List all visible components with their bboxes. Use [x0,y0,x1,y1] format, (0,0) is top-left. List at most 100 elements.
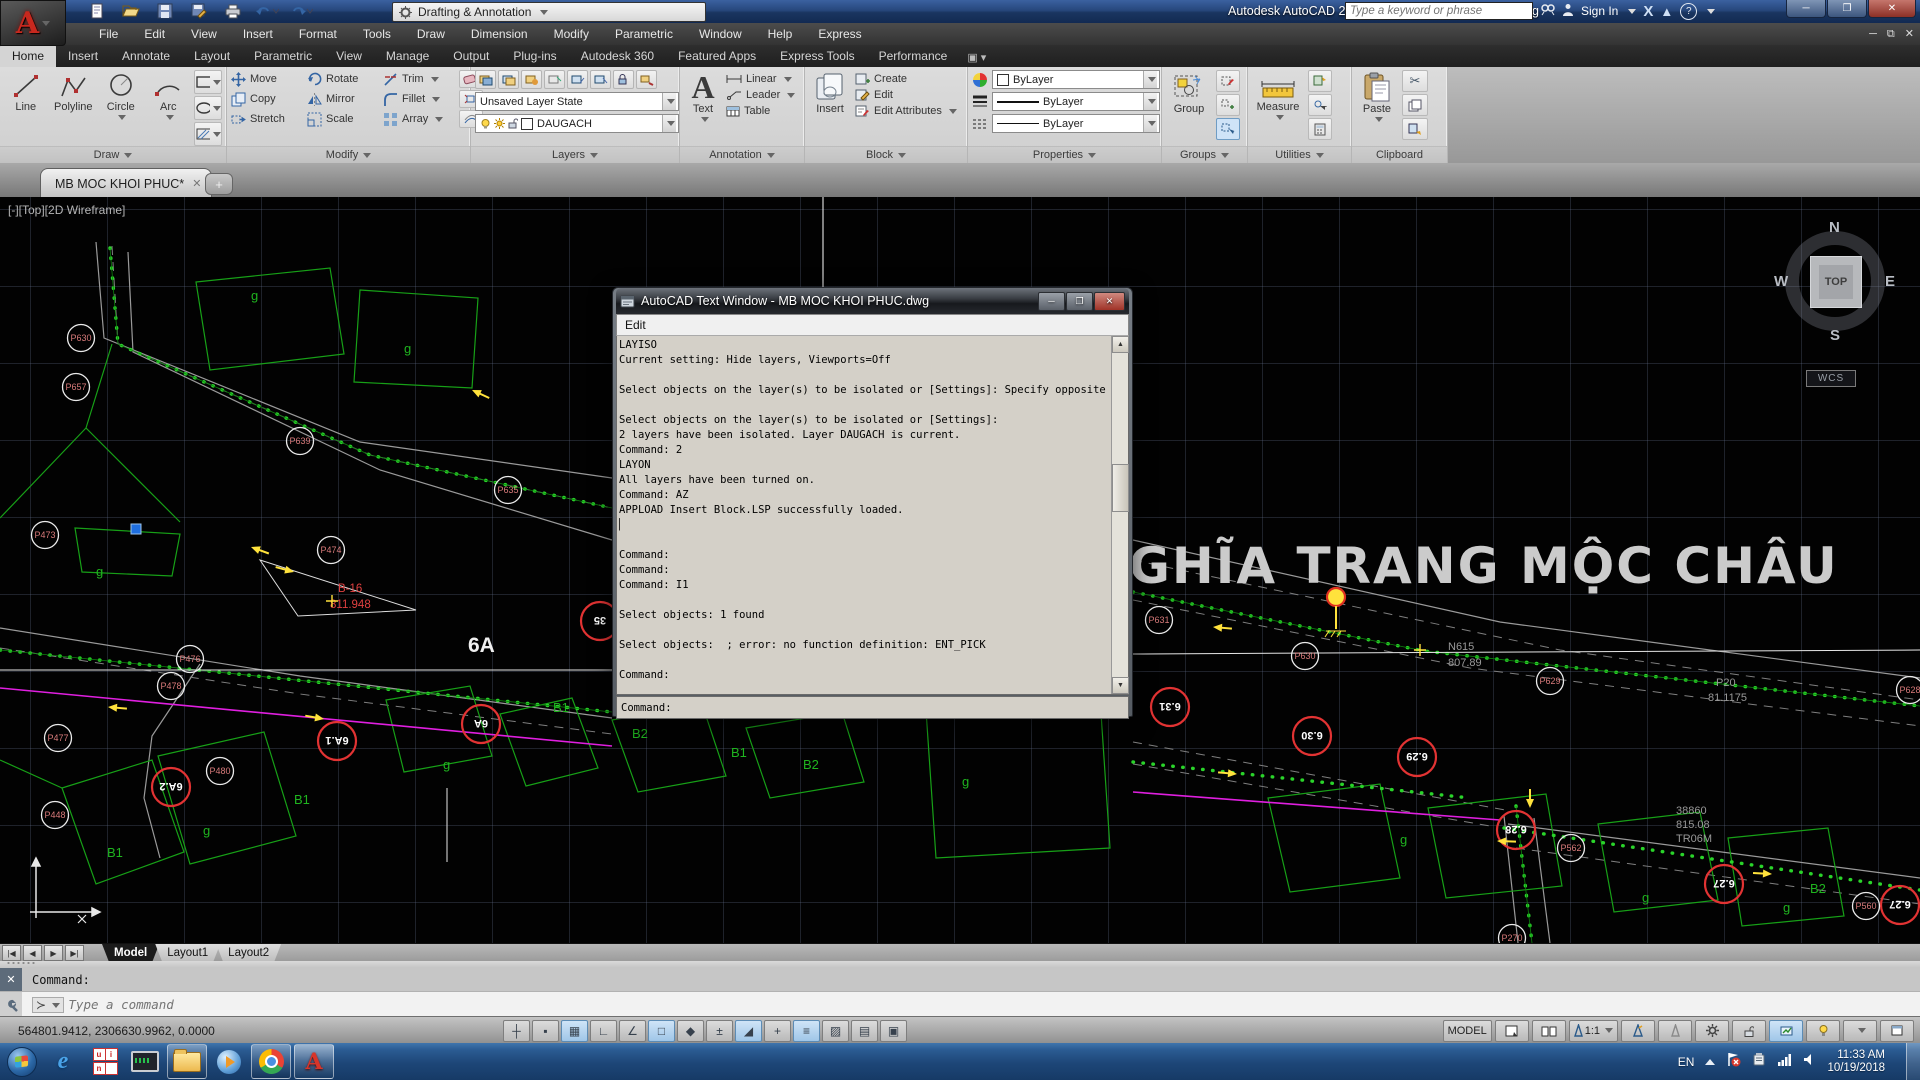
edit-block-button[interactable]: Edit [855,89,953,101]
scroll-down-icon[interactable]: ▼ [1112,677,1129,694]
scroll-up-icon[interactable]: ▲ [1112,336,1129,353]
layer-unisolate-icon[interactable] [544,70,565,89]
undo-icon[interactable] [254,2,280,20]
dialog-maximize-button[interactable]: ❐ [1066,292,1093,311]
lineweight-toggle[interactable]: ≡ [793,1020,820,1042]
start-button[interactable] [3,1045,41,1078]
volume-icon[interactable] [1803,1053,1816,1071]
layer-match-icon[interactable] [636,70,657,89]
ribbon-tab-autodesk-360[interactable]: Autodesk 360 [569,45,666,67]
doc-restore-button[interactable]: ⧉ [1887,23,1895,45]
doc-close-button[interactable]: ✕ [1905,23,1914,45]
paste-button[interactable]: Paste [1356,70,1398,122]
layer-off-icon[interactable] [590,70,611,89]
move-button[interactable]: Move [231,72,303,87]
open-file-icon[interactable] [118,2,144,20]
object-snap-toggle[interactable]: □ [648,1020,675,1042]
taskbar-clock[interactable]: 11:33 AM 10/19/2018 [1827,1049,1885,1075]
new-tab-button[interactable]: + [205,173,233,195]
ribbon-tab-annotate[interactable]: Annotate [110,45,182,67]
isolate-objects-button[interactable] [1806,1020,1840,1042]
taskbar-unikey[interactable]: uin [85,1045,123,1078]
quick-select-button[interactable] [1308,70,1332,92]
menu-draw[interactable]: Draw [404,23,458,45]
autodesk360-icon[interactable]: ▲ [1660,4,1673,19]
ribbon-tab-plug-ins[interactable]: Plug-ins [501,45,568,67]
layout-tab-layout2[interactable]: Layout2 [216,944,281,962]
viewcube[interactable]: N W E S TOP [1777,223,1893,339]
mirror-button[interactable]: Mirror [307,92,379,107]
grid-display-toggle[interactable]: ▦ [561,1020,588,1042]
layout-tab-layout1[interactable]: Layout1 [155,944,220,962]
arc-button[interactable]: Arc [147,70,191,120]
action-center-icon[interactable] [1726,1052,1741,1072]
toolbar-lock-button[interactable] [1732,1020,1766,1042]
layer-freeze-icon[interactable] [567,70,588,89]
chevron-down-icon[interactable] [1707,9,1715,14]
ortho-mode-toggle[interactable]: ∟ [590,1020,617,1042]
copy-clip-button[interactable] [1402,94,1428,116]
viewcube-west[interactable]: W [1774,273,1788,290]
text-button[interactable]: A Text [684,70,722,122]
dynamic-input-toggle[interactable]: + [764,1020,791,1042]
ribbon-tab-parametric[interactable]: Parametric [242,45,324,67]
viewcube-north[interactable]: N [1829,219,1840,236]
taskbar-autocad[interactable]: A [294,1044,334,1079]
table-button[interactable]: Table [726,105,800,117]
search-input[interactable] [1345,2,1533,20]
workspace-switcher[interactable]: Drafting & Annotation [392,2,706,22]
cut-button[interactable]: ✂ [1402,70,1428,92]
plot-icon[interactable] [220,2,246,20]
wcs-dropdown[interactable]: WCS [1806,370,1856,387]
ungroup-button[interactable] [1216,94,1240,116]
last-layout-icon[interactable]: ▶| [65,945,84,961]
stretch-button[interactable]: Stretch [231,112,303,127]
text-window-prompt[interactable]: Command: [616,696,1129,719]
panel-label-draw[interactable]: Draw [0,146,226,163]
sign-in-button[interactable]: Sign In [1581,4,1618,18]
insert-block-button[interactable]: Insert [809,70,851,115]
clean-screen-button[interactable] [1880,1020,1914,1042]
rotate-button[interactable]: Rotate [307,72,379,87]
selection-cycling-toggle[interactable]: ▣ [880,1020,907,1042]
panel-label-annotation[interactable]: Annotation [680,146,804,163]
group-edit-button[interactable] [1216,70,1240,92]
ribbon-tab-output[interactable]: Output [441,45,501,67]
customize-icon[interactable] [0,992,22,1017]
quick-properties-toggle[interactable]: ▤ [851,1020,878,1042]
annotation-scale-button[interactable]: 1:1 [1569,1020,1618,1042]
layer-lock-icon[interactable] [613,70,634,89]
viewcube-south[interactable]: S [1830,327,1840,344]
taskbar-system-monitor[interactable] [126,1045,164,1078]
ribbon-tab-manage[interactable]: Manage [374,45,441,67]
recent-commands-icon[interactable]: ≻ [32,997,64,1013]
quick-view-drawings-button[interactable] [1532,1020,1566,1042]
viewcube-east[interactable]: E [1885,273,1895,290]
close-button[interactable]: ✕ [1868,0,1916,18]
hatch-tool-button[interactable] [194,122,222,146]
autocad-text-window[interactable]: AutoCAD Text Window - MB MOC KHOI PHUC.d… [612,287,1133,717]
ribbon-tab-featured-apps[interactable]: Featured Apps [666,45,768,67]
ribbon-tab-view[interactable]: View [324,45,374,67]
taskbar-internet-explorer[interactable]: e [44,1045,82,1078]
autoscale-button[interactable] [1658,1020,1692,1042]
layer-state-icon[interactable] [498,70,519,89]
taskbar-chrome[interactable] [251,1044,291,1079]
layer-state-dropdown[interactable]: Unsaved Layer State [475,92,679,111]
viewport-controls-label[interactable]: [-][Top][2D Wireframe] [8,203,125,217]
prev-layout-icon[interactable]: ◀ [23,945,42,961]
scale-button[interactable]: Scale [307,112,379,127]
infer-constraints-toggle[interactable]: ┼ [503,1020,530,1042]
scrollbar-thumb[interactable] [1112,464,1129,512]
exchange-apps-icon[interactable]: X [1643,3,1653,20]
workspace-gear-button[interactable] [1695,1020,1729,1042]
dynamic-ucs-toggle[interactable]: ◢ [735,1020,762,1042]
save-icon[interactable] [152,2,178,20]
panel-label-modify[interactable]: Modify [227,146,470,163]
tray-expand-icon[interactable] [1705,1059,1715,1065]
menu-window[interactable]: Window [686,23,755,45]
menu-help[interactable]: Help [755,23,806,45]
save-as-icon[interactable] [186,2,212,20]
chevron-down-icon[interactable] [1628,9,1636,14]
menu-file[interactable]: File [86,23,131,45]
